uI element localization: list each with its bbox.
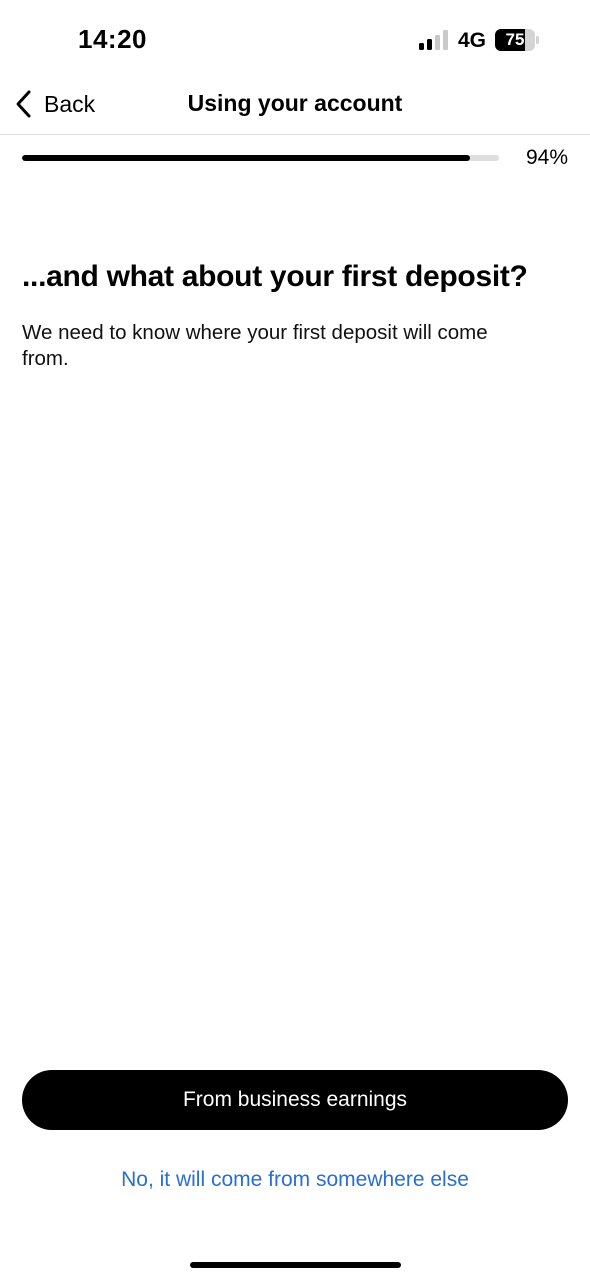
- nav-bar: Back Using your account: [0, 80, 590, 135]
- status-bar: 14:20 4G 75: [0, 0, 590, 80]
- progress-percent: 94%: [525, 146, 568, 169]
- progress-fill: [22, 155, 471, 161]
- signal-bar: [435, 35, 440, 50]
- battery-level: 75: [505, 30, 525, 49]
- network-type: 4G: [458, 29, 487, 52]
- signal-strength-icon: [419, 30, 451, 50]
- signal-bar: [419, 43, 424, 50]
- battery-cap: [536, 36, 539, 44]
- status-time: 14:20: [78, 24, 147, 54]
- question-description: We need to know where your first deposit…: [22, 321, 488, 370]
- page-title: Using your account: [187, 90, 403, 116]
- home-indicator[interactable]: [190, 1262, 401, 1268]
- question-heading: ...and what about your first deposit?: [22, 260, 528, 293]
- progress-bar: [22, 155, 499, 161]
- somewhere-else-link[interactable]: No, it will come from somewhere else: [0, 1168, 590, 1192]
- battery-icon: 75: [495, 29, 541, 51]
- screen: 14:20 4G 75 Back Using your account 94%: [0, 0, 590, 1280]
- business-earnings-button[interactable]: From business earnings: [22, 1070, 568, 1130]
- signal-bar: [443, 30, 448, 50]
- signal-bar: [427, 39, 432, 50]
